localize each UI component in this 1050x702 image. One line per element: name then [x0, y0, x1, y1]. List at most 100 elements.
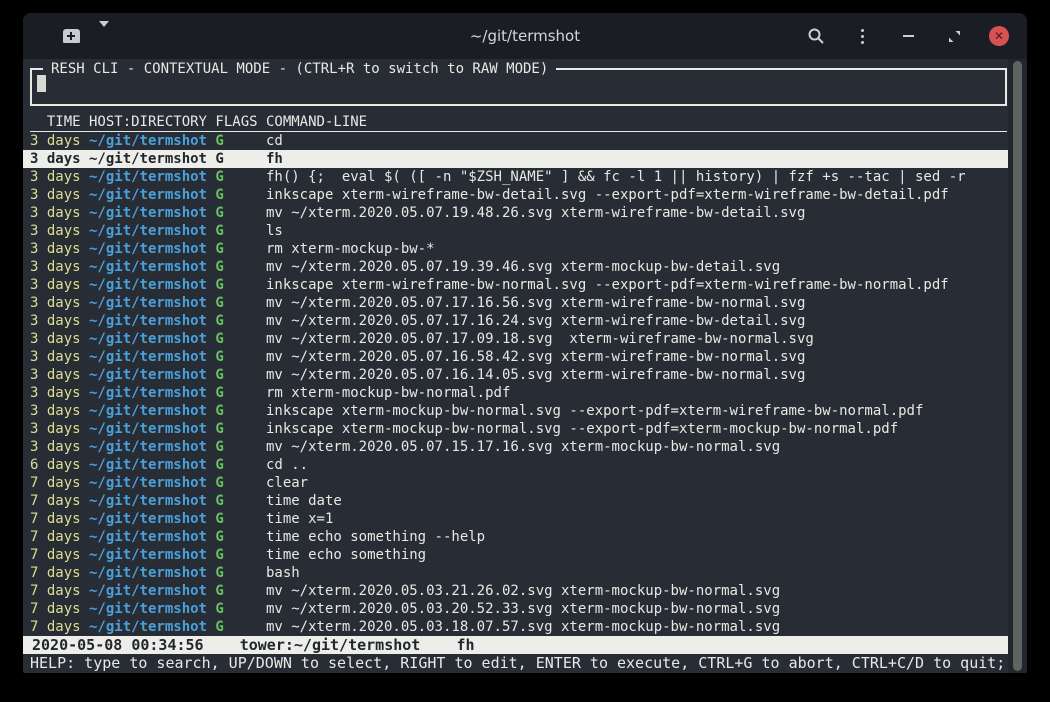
row-time: 3 days	[30, 384, 81, 402]
row-command: mv ~/xterm.2020.05.07.17.09.18.svg xterm…	[266, 330, 1008, 348]
row-flags: G	[215, 402, 257, 420]
history-row[interactable]: 3 days ~/git/termshot G rm xterm-mockup-…	[23, 384, 1008, 402]
row-host-directory: ~/git/termshot	[89, 366, 207, 384]
history-row[interactable]: 7 days ~/git/termshot G clear	[23, 474, 1008, 492]
row-time: 3 days	[30, 420, 81, 438]
history-row[interactable]: 3 days ~/git/termshot G inkscape xterm-w…	[23, 186, 1008, 204]
close-button[interactable]: ✕	[989, 26, 1009, 46]
status-query: fh	[456, 636, 474, 654]
history-row[interactable]: 7 days ~/git/termshot G mv ~/xterm.2020.…	[23, 618, 1008, 636]
row-command: inkscape xterm-wireframe-bw-normal.svg -…	[266, 276, 1008, 294]
row-host-directory: ~/git/termshot	[89, 456, 207, 474]
history-row[interactable]: 3 days ~/git/termshot G mv ~/xterm.2020.…	[23, 294, 1008, 312]
row-host-directory: ~/git/termshot	[89, 528, 207, 546]
row-command: inkscape xterm-mockup-bw-normal.svg --ex…	[266, 402, 1008, 420]
history-row[interactable]: 3 days ~/git/termshot G inkscape xterm-w…	[23, 276, 1008, 294]
row-time: 3 days	[30, 168, 81, 186]
row-command: time date	[266, 492, 1008, 510]
row-host-directory: ~/git/termshot	[89, 204, 207, 222]
row-host-directory: ~/git/termshot	[89, 564, 207, 582]
row-flags: G	[215, 474, 257, 492]
history-row[interactable]: 3 days ~/git/termshot G mv ~/xterm.2020.…	[23, 258, 1008, 276]
search-panel: RESH CLI - CONTEXTUAL MODE - (CTRL+R to …	[30, 68, 1007, 106]
column-header-host-directory: HOST:DIRECTORY	[89, 114, 207, 131]
row-command: cd ..	[266, 456, 1008, 474]
restore-button[interactable]	[943, 25, 965, 47]
row-command: mv ~/xterm.2020.05.07.16.14.05.svg xterm…	[266, 366, 1008, 384]
row-host-directory: ~/git/termshot	[89, 312, 207, 330]
row-host-directory: ~/git/termshot	[89, 510, 207, 528]
row-host-directory: ~/git/termshot	[89, 402, 207, 420]
history-row[interactable]: 3 days ~/git/termshot G mv ~/xterm.2020.…	[23, 348, 1008, 366]
row-flags: G	[215, 330, 257, 348]
row-command: mv ~/xterm.2020.05.07.17.16.24.svg xterm…	[266, 312, 1008, 330]
history-row[interactable]: 3 days ~/git/termshot G rm xterm-mockup-…	[23, 240, 1008, 258]
row-command: clear	[266, 474, 1008, 492]
row-flags: G	[215, 168, 257, 186]
status-datetime: 2020-05-08 00:34:56	[32, 636, 204, 654]
row-command: ls	[266, 222, 1008, 240]
status-host-path: tower:~/git/termshot	[240, 636, 421, 654]
row-time: 7 days	[30, 510, 81, 528]
history-row[interactable]: 7 days ~/git/termshot G time date	[23, 492, 1008, 510]
history-row[interactable]: 3 days ~/git/termshot G mv ~/xterm.2020.…	[23, 204, 1008, 222]
row-host-directory: ~/git/termshot	[89, 186, 207, 204]
row-flags: G	[215, 276, 257, 294]
history-row[interactable]: 7 days ~/git/termshot G mv ~/xterm.2020.…	[23, 600, 1008, 618]
history-row[interactable]: 3 days ~/git/termshot G mv ~/xterm.2020.…	[23, 438, 1008, 456]
row-flags: G	[215, 546, 257, 564]
row-time: 3 days	[30, 402, 81, 420]
row-time: 3 days	[30, 366, 81, 384]
minimize-button[interactable]	[897, 25, 919, 47]
row-host-directory: ~/git/termshot	[89, 438, 207, 456]
row-command: fh	[266, 150, 1008, 168]
history-row[interactable]: 3 days ~/git/termshot G ls	[23, 222, 1008, 240]
column-header-time: TIME	[30, 114, 81, 131]
row-command: fh() {; eval $( ([ -n "$ZSH_NAME" ] && f…	[266, 168, 1008, 186]
menu-button[interactable]	[851, 25, 873, 47]
minimize-icon	[903, 35, 914, 37]
row-host-directory: ~/git/termshot	[89, 240, 207, 258]
row-time: 3 days	[30, 258, 81, 276]
history-row[interactable]: 3 days ~/git/termshot G fh	[23, 150, 1008, 168]
history-row[interactable]: 3 days ~/git/termshot G mv ~/xterm.2020.…	[23, 366, 1008, 384]
scrollbar[interactable]	[1008, 59, 1027, 673]
scrollbar-thumb[interactable]	[1013, 61, 1022, 671]
history-row[interactable]: 7 days ~/git/termshot G time x=1	[23, 510, 1008, 528]
restore-icon	[948, 30, 961, 43]
history-row[interactable]: 7 days ~/git/termshot G bash	[23, 564, 1008, 582]
history-row[interactable]: 3 days ~/git/termshot G inkscape xterm-m…	[23, 420, 1008, 438]
row-host-directory: ~/git/termshot	[89, 492, 207, 510]
history-row[interactable]: 3 days ~/git/termshot G mv ~/xterm.2020.…	[23, 312, 1008, 330]
row-host-directory: ~/git/termshot	[89, 618, 207, 636]
history-list: 3 days ~/git/termshot G cd 3 days ~/git/…	[23, 132, 1008, 636]
row-host-directory: ~/git/termshot	[89, 474, 207, 492]
row-time: 7 days	[30, 618, 81, 636]
history-row[interactable]: 7 days ~/git/termshot G time echo someth…	[23, 528, 1008, 546]
row-command: rm xterm-mockup-bw-*	[266, 240, 1008, 258]
row-command: mv ~/xterm.2020.05.07.16.58.42.svg xterm…	[266, 348, 1008, 366]
row-time: 6 days	[30, 456, 81, 474]
row-flags: G	[215, 312, 257, 330]
row-time: 3 days	[30, 240, 81, 258]
row-command: mv ~/xterm.2020.05.07.17.16.56.svg xterm…	[266, 294, 1008, 312]
history-row[interactable]: 7 days ~/git/termshot G mv ~/xterm.2020.…	[23, 582, 1008, 600]
history-row[interactable]: 3 days ~/git/termshot G fh() {; eval $( …	[23, 168, 1008, 186]
row-host-directory: ~/git/termshot	[89, 168, 207, 186]
history-row[interactable]: 6 days ~/git/termshot G cd ..	[23, 456, 1008, 474]
row-flags: G	[215, 366, 257, 384]
search-button[interactable]	[805, 25, 827, 47]
search-panel-title: RESH CLI - CONTEXTUAL MODE - (CTRL+R to …	[43, 60, 556, 78]
row-flags: G	[215, 528, 257, 546]
column-header-flags: FLAGS	[215, 114, 257, 131]
search-input-cursor[interactable]	[37, 75, 46, 92]
row-time: 3 days	[30, 150, 81, 168]
history-row[interactable]: 3 days ~/git/termshot G inkscape xterm-m…	[23, 402, 1008, 420]
row-time: 3 days	[30, 132, 81, 150]
row-time: 3 days	[30, 330, 81, 348]
history-row[interactable]: 3 days ~/git/termshot G cd	[23, 132, 1008, 150]
status-bar: 2020-05-08 00:34:56 tower:~/git/termshot…	[23, 636, 1008, 654]
history-row[interactable]: 3 days ~/git/termshot G mv ~/xterm.2020.…	[23, 330, 1008, 348]
row-flags: G	[215, 420, 257, 438]
history-row[interactable]: 7 days ~/git/termshot G time echo someth…	[23, 546, 1008, 564]
